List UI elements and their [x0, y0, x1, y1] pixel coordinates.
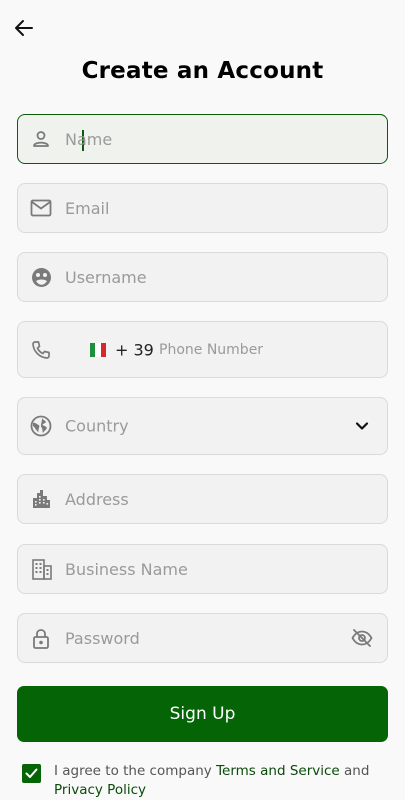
italy-flag-icon[interactable] — [90, 342, 106, 357]
terms-text: I agree to the company Terms and Service… — [54, 762, 390, 800]
eye-off-icon[interactable] — [351, 627, 373, 649]
password-field[interactable] — [17, 613, 388, 663]
dial-code[interactable]: + 39 — [115, 340, 154, 359]
city-icon — [30, 488, 52, 510]
name-field[interactable] — [17, 114, 388, 164]
face-icon — [30, 266, 52, 288]
checkmark-icon — [25, 768, 38, 778]
address-input[interactable] — [65, 475, 347, 523]
country-placeholder: Country — [65, 416, 129, 436]
page-title: Create an Account — [81, 58, 324, 84]
lock-icon — [30, 627, 52, 649]
terms-middle: and — [339, 763, 370, 779]
name-input[interactable] — [65, 115, 347, 163]
mail-icon — [30, 197, 52, 219]
username-input[interactable] — [65, 253, 347, 301]
business-name-field[interactable] — [17, 544, 388, 594]
privacy-policy-link[interactable]: Privacy Policy — [54, 782, 146, 798]
terms-checkbox[interactable] — [22, 764, 41, 783]
phone-icon — [30, 339, 52, 361]
sign-up-button[interactable]: Sign Up — [17, 686, 388, 742]
terms-prefix: I agree to the company — [54, 763, 217, 779]
building-icon — [30, 557, 54, 581]
arrow-left-icon — [15, 20, 33, 36]
back-button[interactable] — [8, 12, 40, 44]
email-input[interactable] — [65, 184, 347, 232]
email-field[interactable] — [17, 183, 388, 233]
phone-field[interactable]: + 39 — [17, 321, 388, 378]
address-field[interactable] — [17, 474, 388, 524]
business-name-input[interactable] — [65, 545, 347, 593]
globe-icon — [30, 415, 52, 437]
country-select[interactable]: Country — [17, 397, 388, 455]
create-account-screen: Create an Account Name Email Username + … — [0, 0, 405, 800]
password-input[interactable] — [65, 614, 347, 662]
chevron-down-icon[interactable] — [351, 415, 373, 437]
person-icon — [30, 128, 52, 150]
phone-input[interactable] — [159, 322, 347, 377]
terms-of-service-link[interactable]: Terms and Service — [216, 763, 340, 779]
username-field[interactable] — [17, 252, 388, 302]
